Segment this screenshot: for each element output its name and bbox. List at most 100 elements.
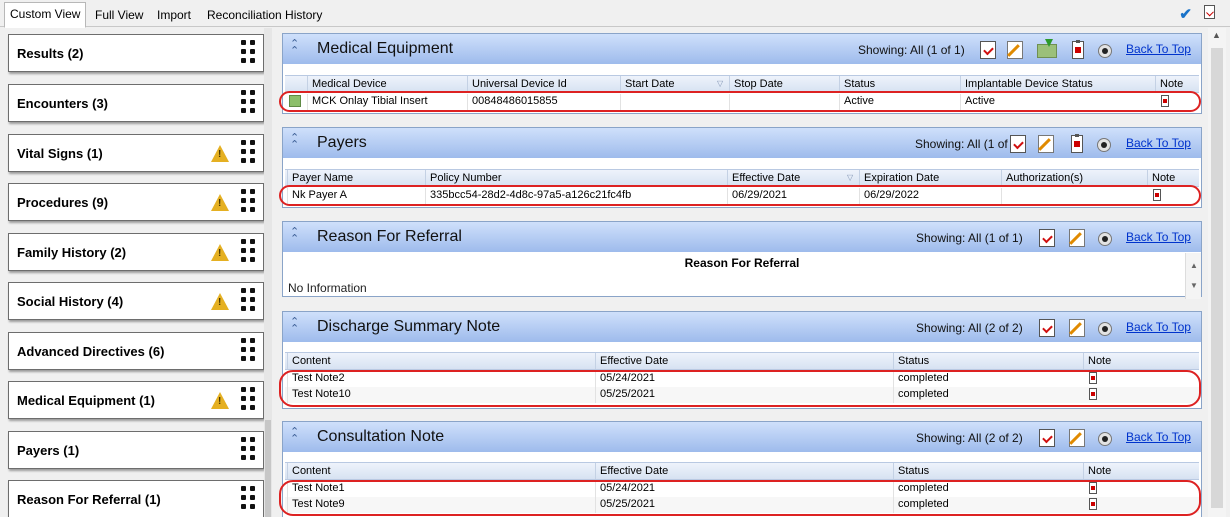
reconcile-check-icon[interactable]	[1039, 429, 1055, 447]
showing-filter[interactable]: Showing: All (2 of 2)	[916, 431, 1023, 445]
nav-card-reason-for-referral[interactable]: Reason For Referral (1)	[8, 480, 264, 517]
column-header[interactable]: Policy Number	[425, 170, 727, 186]
edit-note-icon[interactable]	[1007, 41, 1023, 59]
nav-scrollbar-thumb[interactable]	[265, 420, 271, 517]
reconcile-check-icon[interactable]	[1039, 319, 1055, 337]
drag-handle-icon[interactable]	[241, 140, 255, 165]
scroll-down-icon[interactable]: ▼	[1190, 281, 1198, 290]
tab-import[interactable]: Import	[151, 4, 197, 27]
tab-full-view[interactable]: Full View	[89, 4, 149, 27]
note-icon[interactable]	[1161, 95, 1169, 107]
note-icon[interactable]	[1153, 189, 1161, 201]
table-row[interactable]: Test Note1 05/24/2021 completed	[285, 481, 1199, 497]
scroll-up-icon[interactable]: ▲	[1190, 261, 1198, 270]
main-scrollbar[interactable]: ▲	[1208, 28, 1226, 517]
import-folder-icon[interactable]	[1037, 39, 1057, 58]
back-to-top-link[interactable]: Back To Top	[1126, 320, 1191, 334]
view-eye-icon[interactable]	[1098, 432, 1112, 446]
drag-handle-icon[interactable]	[241, 90, 255, 115]
clipboard-icon[interactable]	[1071, 134, 1083, 153]
table-row[interactable]: Nk Payer A 335bcc54-28d2-4d8c-97a5-a126c…	[285, 188, 1199, 204]
table-row[interactable]: MCK Onlay Tibial Insert 00848486015855 A…	[285, 94, 1199, 110]
nav-card-social-history[interactable]: Social History (4)	[8, 282, 264, 320]
column-header[interactable]: Medical Device	[307, 76, 467, 92]
column-header[interactable]: Content	[287, 463, 595, 479]
table-row[interactable]: Test Note10 05/25/2021 completed	[285, 387, 1199, 403]
edit-note-icon[interactable]	[1069, 319, 1085, 337]
note-icon[interactable]	[1089, 482, 1097, 494]
view-eye-icon[interactable]	[1098, 44, 1112, 58]
column-header[interactable]: Note	[1155, 76, 1199, 92]
back-to-top-link[interactable]: Back To Top	[1126, 230, 1191, 244]
view-eye-icon[interactable]	[1098, 232, 1112, 246]
table-row[interactable]: Test Note9 05/25/2021 completed	[285, 497, 1199, 513]
column-header[interactable]: Content	[287, 353, 595, 369]
collapse-chevron-icon[interactable]: ⌃ ⌃	[290, 39, 300, 57]
nav-card-family-history[interactable]: Family History (2)	[8, 233, 264, 271]
column-header[interactable]: Effective Date	[727, 170, 859, 186]
column-header[interactable]: Start Date	[620, 76, 729, 92]
tab-custom-view[interactable]: Custom View	[4, 2, 87, 28]
back-to-top-link[interactable]: Back To Top	[1126, 42, 1191, 56]
column-header[interactable]: Payer Name	[287, 170, 425, 186]
showing-filter[interactable]: Showing: All (2 of 2)	[916, 321, 1023, 335]
reconcile-check-icon[interactable]	[1010, 135, 1026, 153]
showing-filter[interactable]: Showing: All (1 of 1)	[858, 43, 965, 57]
collapse-chevron-icon[interactable]: ⌃ ⌃	[290, 427, 300, 445]
drag-handle-icon[interactable]	[241, 40, 255, 65]
showing-filter[interactable]: Showing: All (1 of 1)	[916, 231, 1023, 245]
drag-handle-icon[interactable]	[241, 338, 255, 363]
back-to-top-link[interactable]: Back To Top	[1126, 430, 1191, 444]
column-header[interactable]: Authorization(s)	[1001, 170, 1147, 186]
referral-scrollbar[interactable]: ▲ ▼	[1185, 253, 1201, 299]
clipboard-icon[interactable]	[1072, 40, 1084, 59]
note-icon[interactable]	[1089, 498, 1097, 510]
collapse-chevron-icon[interactable]: ⌃ ⌃	[290, 133, 300, 151]
drag-handle-icon[interactable]	[241, 437, 255, 462]
note-icon[interactable]	[1089, 388, 1097, 400]
nav-card-medical-equipment[interactable]: Medical Equipment (1)	[8, 381, 264, 419]
showing-filter[interactable]: Showing: All (1 of 1)	[915, 137, 1022, 151]
edit-note-icon[interactable]	[1038, 135, 1054, 153]
drag-handle-icon[interactable]	[241, 189, 255, 214]
column-header[interactable]: Effective Date	[595, 353, 893, 369]
column-header[interactable]: Effective Date	[595, 463, 893, 479]
view-eye-icon[interactable]	[1097, 138, 1111, 152]
nav-card-encounters[interactable]: Encounters (3)	[8, 84, 264, 122]
nav-card-procedures[interactable]: Procedures (9)	[8, 183, 264, 221]
drag-handle-icon[interactable]	[241, 239, 255, 264]
column-header[interactable]: Stop Date	[729, 76, 839, 92]
column-header[interactable]: Status	[893, 463, 1083, 479]
view-eye-icon[interactable]	[1098, 322, 1112, 336]
checkmark-icon[interactable]: ✔	[1179, 5, 1192, 23]
nav-card-results[interactable]: Results (2)	[8, 34, 264, 72]
column-header[interactable]: Note	[1083, 463, 1199, 479]
collapse-chevron-icon[interactable]: ⌃ ⌃	[290, 227, 300, 245]
column-header[interactable]: Note	[1147, 170, 1199, 186]
edit-note-icon[interactable]	[1069, 229, 1085, 247]
clipboard-check-icon[interactable]	[1204, 5, 1215, 19]
table-row[interactable]: Test Note2 05/24/2021 completed	[285, 371, 1199, 387]
scroll-up-icon[interactable]: ▲	[1212, 30, 1221, 40]
sort-icon[interactable]: ▽	[717, 79, 723, 88]
main-scrollbar-thumb[interactable]	[1211, 48, 1223, 508]
collapse-chevron-icon[interactable]: ⌃ ⌃	[290, 317, 300, 335]
drag-handle-icon[interactable]	[241, 288, 255, 313]
tab-reconciliation-history[interactable]: Reconciliation History	[201, 4, 328, 27]
reconcile-check-icon[interactable]	[1039, 229, 1055, 247]
column-header[interactable]: Expiration Date	[859, 170, 1001, 186]
column-header[interactable]: Status	[839, 76, 960, 92]
reconcile-check-icon[interactable]	[980, 41, 996, 59]
column-header[interactable]: Note	[1083, 353, 1199, 369]
nav-scrollbar[interactable]	[264, 28, 272, 517]
drag-handle-icon[interactable]	[241, 486, 255, 511]
nav-card-vital-signs[interactable]: Vital Signs (1)	[8, 134, 264, 172]
nav-card-advanced-directives[interactable]: Advanced Directives (6)	[8, 332, 264, 370]
drag-handle-icon[interactable]	[241, 387, 255, 412]
sort-icon[interactable]: ▽	[847, 173, 853, 182]
nav-card-payers[interactable]: Payers (1)	[8, 431, 264, 469]
column-header[interactable]: Implantable Device Status	[960, 76, 1155, 92]
edit-note-icon[interactable]	[1069, 429, 1085, 447]
column-header[interactable]: Universal Device Id	[467, 76, 620, 92]
column-header[interactable]: Status	[893, 353, 1083, 369]
